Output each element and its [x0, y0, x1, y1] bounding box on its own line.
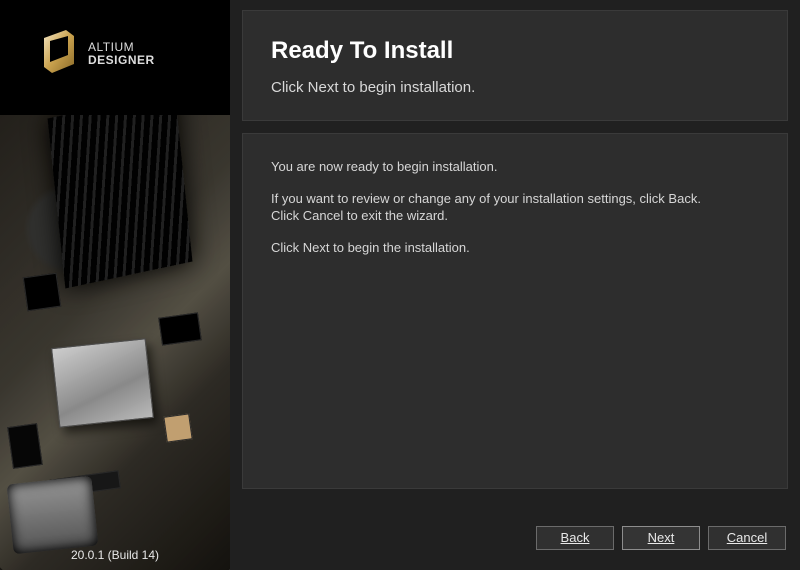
brand-line2: DESIGNER [88, 53, 155, 67]
body-panel: You are now ready to begin installation.… [242, 133, 788, 489]
altium-logo-icon [38, 28, 78, 79]
brand-text: ALTIUM DESIGNER [88, 41, 155, 66]
page-subtitle: Click Next to begin installation. [271, 79, 759, 96]
body-text-1: You are now ready to begin installation. [271, 158, 759, 176]
next-button[interactable]: Next [622, 526, 700, 550]
version-label: 20.0.1 (Build 14) [0, 548, 230, 562]
header-panel: Ready To Install Click Next to begin ins… [242, 10, 788, 121]
page-title: Ready To Install [271, 37, 759, 65]
body-text-2: If you want to review or change any of y… [271, 190, 759, 225]
brand-logo-block: ALTIUM DESIGNER [38, 28, 155, 79]
main-area: Ready To Install Click Next to begin ins… [230, 0, 800, 570]
sidebar-background-image [0, 115, 230, 570]
wizard-footer: Back Next Cancel [242, 518, 788, 558]
sidebar: ALTIUM DESIGNER 20.0.1 (Build 14) [0, 0, 230, 570]
body-text-3: Click Next to begin the installation. [271, 239, 759, 257]
cancel-button[interactable]: Cancel [708, 526, 786, 550]
back-button[interactable]: Back [536, 526, 614, 550]
